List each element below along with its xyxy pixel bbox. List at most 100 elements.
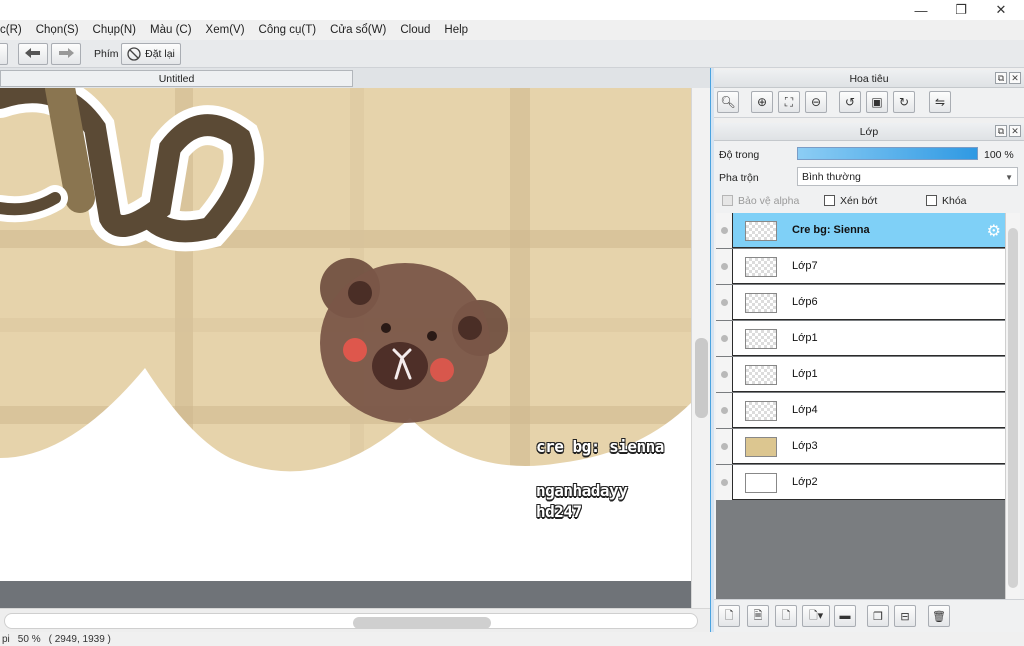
restore-icon: ❐ [955,2,967,17]
menu-item-view[interactable]: Xem(V) [199,24,252,36]
layer-row[interactable]: Lớp1 [716,321,1005,356]
minimize-icon: — [914,2,928,18]
canvas-artwork [0,88,691,581]
layer-name: Lớp1 [792,368,818,380]
tab-untitled[interactable]: Untitled [0,70,353,87]
copy-layer-button[interactable]: ❐ [867,605,889,627]
close-button[interactable]: ✕ [978,0,1024,20]
layer-name: Lớp2 [792,476,818,488]
add-layer-menu-button[interactable]: 🗋▾ [802,605,830,627]
eye-dot-icon [720,479,728,486]
layer-thumbnail [745,293,777,313]
flip-icon: ⇋ [934,95,946,109]
navigator-title: Hoa tiêu [849,72,889,85]
menu-item-window[interactable]: Cửa sổ(W) [323,24,393,36]
layer-row[interactable]: Lớp3 [716,429,1005,464]
new-vector-layer-button[interactable]: 🗎 [747,605,769,627]
credit-text: cre bg: sienna [536,437,664,456]
new-layer-button[interactable]: 🗋 [718,605,740,627]
drawing-canvas[interactable]: cre bg: sienna nganhadayy hd247 [0,88,691,581]
layer-row[interactable]: Lớp1 [716,357,1005,392]
reset-label: Đặt lại [145,48,175,60]
canvas-vertical-scrollbar[interactable] [691,88,710,608]
layer-visibility-toggle[interactable] [716,357,733,392]
lock-label: Khóa [942,195,967,207]
zoom-out-icon: ⊖ [810,95,822,109]
canvas-outside-area [0,581,691,608]
layer-visibility-toggle[interactable] [716,285,733,320]
reset-view-button[interactable]: ▣ [866,91,888,113]
canvas-vertical-scroll-thumb[interactable] [695,338,708,418]
merge-down-button[interactable]: ⊟ [894,605,916,627]
new-page-icon: 🗋 [724,609,734,622]
author-text-line2: hd247 [536,502,582,521]
partial-toolbar-button[interactable] [0,43,8,65]
close-icon: ✕ [1011,73,1019,83]
new-folder-button[interactable]: ▬ [834,605,856,627]
layer-visibility-toggle[interactable] [716,213,733,248]
menu-item-color[interactable]: Màu (C) [143,24,199,36]
status-bar: pi 50 % ( 2949, 1939 ) [0,632,1024,646]
eye-dot-icon [720,407,728,414]
layer-thumbnail [745,257,777,277]
undo-button[interactable] [18,43,48,65]
layer-list-scrollbar[interactable] [1005,213,1020,599]
delete-layer-button[interactable]: 🗑 [928,605,950,627]
redo-button[interactable] [51,43,81,65]
fit-window-button[interactable]: ⛶ [778,91,800,113]
layer-visibility-toggle[interactable] [716,429,733,464]
zoom-out-button[interactable]: ⊖ [805,91,827,113]
copy-icon: ❐ [873,610,883,623]
layer-row[interactable]: Lớp4 [716,393,1005,428]
layer-row[interactable]: Lớp2 [716,465,1005,500]
clipping-checkbox[interactable] [824,195,835,206]
layer-visibility-toggle[interactable] [716,465,733,500]
menu-item-tools[interactable]: Công cụ(T) [252,24,324,36]
layer-close-button[interactable]: ✕ [1009,125,1021,137]
zoom-in-button[interactable]: ⊕ [751,91,773,113]
navigator-float-button[interactable]: ⧉ [995,72,1007,84]
navigator-close-button[interactable]: ✕ [1009,72,1021,84]
rotate-left-button[interactable]: ↺ [839,91,861,113]
eye-dot-icon [720,263,728,270]
chevron-down-icon: ▼ [1005,173,1013,182]
layer-visibility-toggle[interactable] [716,321,733,356]
layer-row[interactable]: Lớp6 [716,285,1005,320]
layer-visibility-toggle[interactable] [716,393,733,428]
rotate-right-button[interactable]: ↻ [893,91,915,113]
layer-visibility-toggle[interactable] [716,249,733,284]
layer-list-scroll-thumb[interactable] [1008,228,1018,588]
flip-horizontal-button[interactable]: ⇋ [929,91,951,113]
layer-name: Lớp1 [792,332,818,344]
layer-name: Lớp7 [792,260,818,272]
layer-float-button[interactable]: ⧉ [995,125,1007,137]
new-layer-1bit-button[interactable]: 🗋 [775,605,797,627]
status-dpi: pi [2,633,10,645]
layer-row[interactable]: Lớp7 [716,249,1005,284]
menu-item-cloud[interactable]: Cloud [393,24,437,36]
canvas-horizontal-scrollbar[interactable] [0,608,710,632]
blend-mode-select[interactable]: Bình thường ▼ [797,167,1018,186]
opacity-slider[interactable] [797,147,978,160]
reset-button[interactable]: Đặt lại [121,43,181,65]
gear-icon[interactable]: ⚙ [987,221,1001,241]
document-tab-bar: Untitled [0,68,710,88]
canvas-horizontal-scroll-track[interactable] [4,613,698,629]
lock-checkbox[interactable] [926,195,937,206]
layer-name: Lớp4 [792,404,818,416]
layer-panel-title: Lớp [859,125,879,138]
status-coordinates: ( 2949, 1939 ) [48,633,111,645]
protect-alpha-checkbox[interactable] [722,195,733,206]
canvas-horizontal-scroll-thumb[interactable] [353,617,491,629]
blend-mode-label: Pha trộn [719,172,759,184]
layer-row[interactable]: Cre bg: Sienna ⚙ [716,213,1005,248]
menu-item-help[interactable]: Help [437,24,475,36]
menu-item-select[interactable]: Chọn(S) [29,24,86,36]
layer-thumbnail [745,221,777,241]
zoom-actual-button[interactable]: 🔍︎ [717,91,739,113]
opacity-value: 100 % [984,149,1014,161]
close-icon: ✕ [995,2,1007,17]
menu-item-capture[interactable]: Chụp(N) [86,24,143,36]
vector-page-icon: 🗎 [753,609,763,622]
menu-item-layer[interactable]: c(R) [0,24,29,36]
